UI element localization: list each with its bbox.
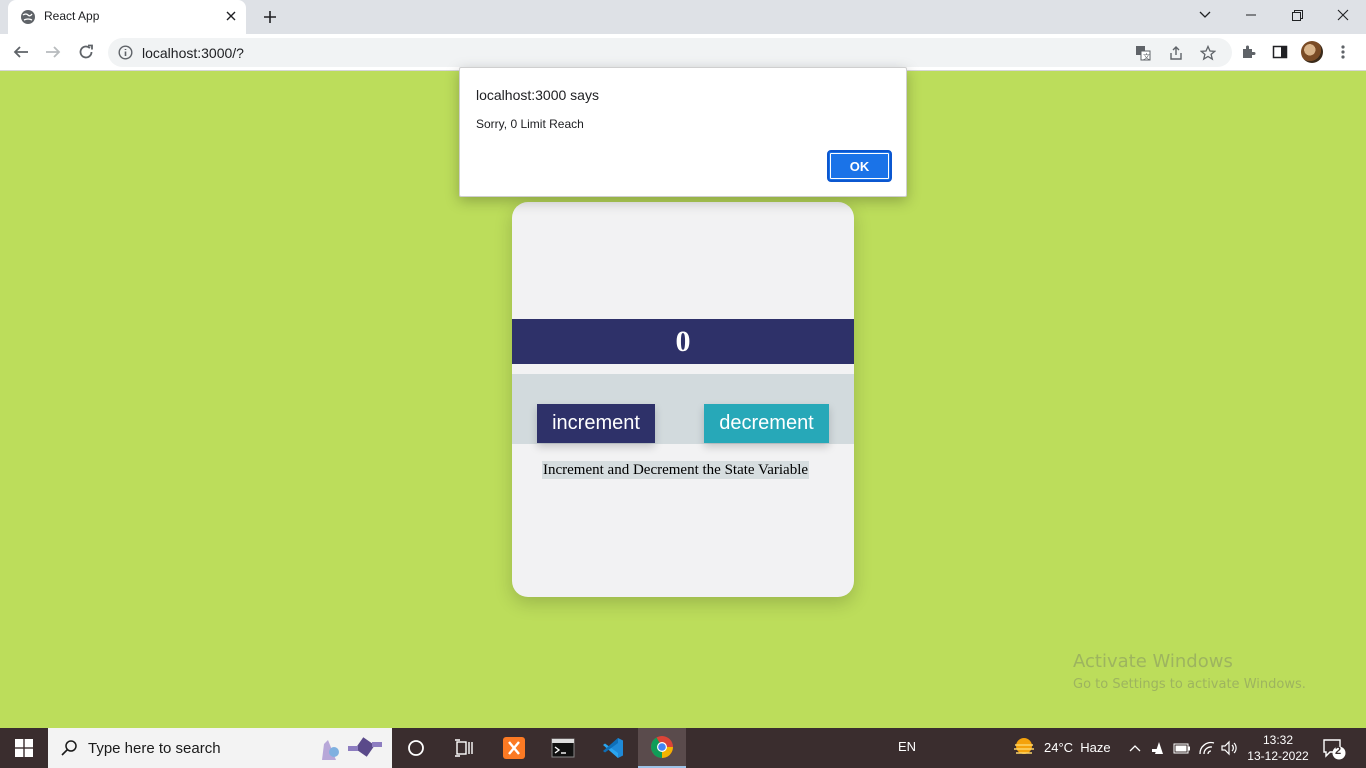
notification-count: 2 bbox=[1335, 745, 1342, 757]
decrement-button[interactable]: decrement bbox=[704, 404, 829, 443]
chevron-down-icon[interactable] bbox=[1182, 0, 1228, 30]
clock-date: 13-12-2022 bbox=[1247, 749, 1309, 763]
xampp-icon[interactable] bbox=[490, 728, 538, 768]
vscode-icon[interactable] bbox=[589, 728, 637, 768]
reload-icon[interactable] bbox=[73, 39, 99, 65]
avatar[interactable] bbox=[1301, 41, 1323, 63]
activate-windows-subtitle: Go to Settings to activate Windows. bbox=[1073, 677, 1306, 692]
info-icon[interactable] bbox=[118, 45, 133, 60]
globe-icon bbox=[21, 10, 35, 24]
close-icon[interactable] bbox=[222, 7, 240, 25]
clock[interactable]: 13:32 13-12-2022 bbox=[1246, 732, 1310, 764]
terminal-icon[interactable] bbox=[539, 728, 587, 768]
windows-icon[interactable] bbox=[0, 728, 48, 768]
weather-icon[interactable] bbox=[1012, 736, 1036, 760]
url-text[interactable]: localhost:3000/? bbox=[142, 45, 244, 61]
star-icon[interactable] bbox=[1199, 44, 1217, 62]
taskview-icon[interactable] bbox=[440, 728, 488, 768]
address-bar[interactable]: localhost:3000/? 文 bbox=[108, 38, 1232, 67]
language-indicator[interactable]: EN bbox=[898, 739, 916, 754]
extensions-icon[interactable] bbox=[1238, 42, 1258, 62]
weather-text[interactable]: 24°C Haze bbox=[1044, 740, 1111, 755]
minimize-icon[interactable] bbox=[1228, 0, 1274, 30]
volume-icon[interactable] bbox=[1220, 739, 1238, 757]
cortana-icon[interactable] bbox=[392, 728, 440, 768]
app-tray-icon[interactable] bbox=[1150, 739, 1168, 757]
increment-button[interactable]: increment bbox=[537, 404, 655, 443]
back-icon[interactable] bbox=[8, 39, 34, 65]
activate-windows-title: Activate Windows bbox=[1073, 651, 1233, 672]
tab-strip: React App bbox=[0, 0, 1366, 34]
restore-icon[interactable] bbox=[1274, 0, 1320, 30]
sidepanel-icon[interactable] bbox=[1270, 42, 1290, 62]
taskbar: Type here to search EN 24°C Haze 13:32 1… bbox=[0, 728, 1366, 768]
taskbar-search[interactable]: Type here to search bbox=[48, 728, 392, 768]
plus-icon[interactable] bbox=[259, 6, 281, 28]
alert-dialog: localhost:3000 says Sorry, 0 Limit Reach… bbox=[459, 67, 907, 197]
ok-button[interactable]: OK bbox=[827, 150, 892, 182]
browser-toolbar: localhost:3000/? 文 bbox=[0, 34, 1366, 71]
button-row: increment decrement bbox=[512, 374, 854, 444]
battery-icon[interactable] bbox=[1173, 739, 1191, 757]
notification-icon[interactable]: 2 bbox=[1322, 738, 1346, 760]
tab-title: React App bbox=[44, 9, 100, 23]
share-icon[interactable] bbox=[1167, 44, 1185, 62]
clock-time: 13:32 bbox=[1262, 733, 1294, 747]
counter-card: 0 increment decrement Increment and Decr… bbox=[512, 202, 854, 597]
search-highlight-icon bbox=[322, 737, 382, 760]
search-icon bbox=[61, 740, 77, 756]
svg-text:文: 文 bbox=[1143, 52, 1150, 61]
counter-display: 0 bbox=[512, 319, 854, 364]
counter-value: 0 bbox=[675, 324, 691, 358]
tab-react-app[interactable]: React App bbox=[8, 0, 246, 34]
caption-text: Increment and Decrement the State Variab… bbox=[542, 461, 810, 479]
chrome-icon[interactable] bbox=[638, 728, 686, 768]
chevron-up-icon[interactable] bbox=[1126, 739, 1144, 757]
translate-icon[interactable]: 文 bbox=[1134, 44, 1152, 62]
alert-title: localhost:3000 says bbox=[476, 87, 599, 103]
menu-icon[interactable] bbox=[1333, 42, 1353, 62]
alert-message: Sorry, 0 Limit Reach bbox=[476, 117, 584, 131]
close-window-icon[interactable] bbox=[1320, 0, 1366, 30]
search-placeholder: Type here to search bbox=[88, 740, 221, 757]
forward-icon[interactable] bbox=[40, 39, 66, 65]
wifi-icon[interactable] bbox=[1198, 739, 1216, 757]
